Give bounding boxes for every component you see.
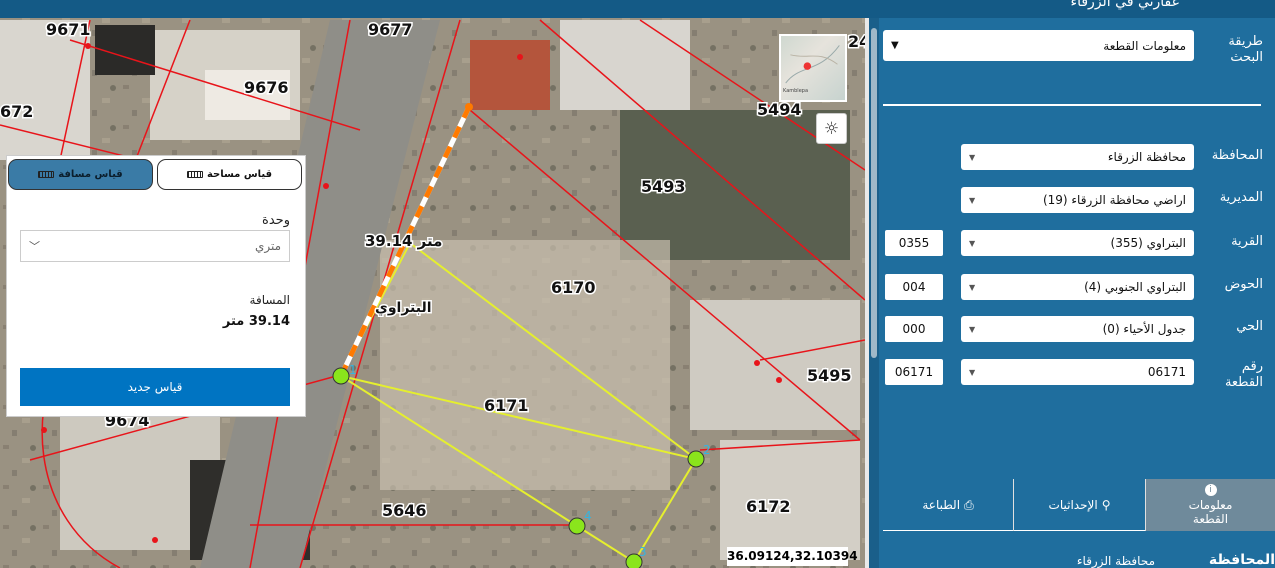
parcel-label: 6170 — [551, 278, 596, 297]
point-label: 2 — [703, 443, 711, 457]
district-value: جدول الأحياء (0) — [1102, 322, 1186, 336]
tab-parcel-info[interactable]: i معلومات القطعة — [1145, 479, 1275, 531]
point-label: 3 — [639, 545, 647, 559]
parcel-label: 9671 — [46, 20, 91, 39]
field-label-governorate: المحافظة — [1211, 148, 1263, 163]
search-sidebar: طريقة البحث معلومات القطعة ▼ المحافظة مح… — [869, 18, 1275, 568]
measure-panel: قياس مسافة قياس مساحة وحدة متري ﹀ المساف… — [6, 155, 306, 417]
chevron-down-icon: ﹀ — [29, 240, 40, 253]
printer-icon: ⎙ — [964, 497, 974, 512]
chevron-down-icon: ▼ — [891, 40, 899, 51]
governorate-value: محافظة الزرقاء — [1107, 150, 1186, 164]
village-select[interactable]: البتراوي (355) ▼ — [961, 230, 1194, 256]
village-code[interactable]: 0355 — [885, 230, 943, 256]
info-icon: i — [1204, 484, 1217, 496]
measure-end-point[interactable] — [465, 103, 473, 111]
vertex-1[interactable] — [332, 367, 350, 385]
area-ruler-icon — [186, 171, 203, 178]
distance-label: المسافة — [249, 293, 290, 307]
parcel-label: 6171 — [484, 396, 529, 415]
measure-distance-tab-label: قياس مسافة — [58, 169, 123, 180]
unit-select[interactable]: متري ﹀ — [20, 230, 290, 262]
tab-coordinates[interactable]: ⚲ الإحداثيات — [1013, 479, 1145, 531]
parcel-number-select[interactable]: 06171 ▼ — [961, 359, 1194, 385]
chevron-down-icon: ▼ — [969, 152, 976, 162]
parcel-label: 6172 — [746, 497, 791, 516]
chevron-down-icon: ▼ — [969, 282, 976, 292]
new-measure-button[interactable]: قياس جديد — [20, 368, 290, 406]
field-label-district: الحي — [1236, 319, 1263, 334]
unit-select-value: متري — [254, 239, 281, 253]
sidebar-scroll-thumb[interactable] — [871, 28, 877, 358]
chevron-down-icon: ▼ — [969, 367, 976, 377]
detail-label: المحافظة — [1208, 552, 1275, 568]
parcel-details: المحافظة محافظة الزرقاء — [883, 546, 1275, 568]
parcel-label: 5493 — [641, 177, 686, 196]
directorate-select[interactable]: اراضي محافظة الزرقاء (19) ▼ — [961, 187, 1194, 213]
unit-label: وحدة — [262, 213, 290, 228]
detail-value: محافظة الزرقاء — [1076, 554, 1155, 568]
chevron-down-icon: ▼ — [969, 195, 976, 205]
measure-distance-label: 39.14 متر — [365, 232, 442, 250]
search-method-label: طريقة البحث — [1228, 34, 1263, 65]
sun-icon: ☼ — [823, 118, 840, 139]
distance-value: 39.14 متر — [222, 314, 290, 329]
parcel-number-code[interactable]: 06171 — [885, 359, 943, 385]
district-code[interactable]: 000 — [885, 316, 943, 342]
vertex-4[interactable] — [568, 517, 586, 535]
field-label-village: القرية — [1231, 234, 1263, 249]
district-select[interactable]: جدول الأحياء (0) ▼ — [961, 316, 1194, 342]
basin-code[interactable]: 004 — [885, 274, 943, 300]
parcel-label: 24 — [848, 32, 865, 51]
section-separator — [883, 104, 1261, 106]
basemap-toggle-button[interactable]: ☼ — [816, 113, 847, 144]
basin-select[interactable]: البتراوي الجنوبي (4) ▼ — [961, 274, 1194, 300]
search-method-select[interactable]: معلومات القطعة ▼ — [883, 30, 1194, 61]
chevron-down-icon: ▼ — [969, 238, 976, 248]
governorate-select[interactable]: محافظة الزرقاء ▼ — [961, 144, 1194, 170]
parcel-label: 5495 — [807, 366, 852, 385]
field-label-basin: الحوض — [1224, 277, 1263, 292]
parcel-label: 9676 — [244, 78, 289, 97]
measure-area-tab[interactable]: قياس مساحة — [157, 159, 302, 190]
search-method-value: معلومات القطعة — [1103, 38, 1186, 53]
parcel-number-value: 06171 — [1147, 365, 1186, 379]
area-name-label: البتراوي — [375, 300, 432, 317]
sidebar-scrollbar[interactable] — [869, 18, 879, 568]
point-label: 4 — [584, 509, 592, 523]
measure-distance-tab[interactable]: قياس مسافة — [8, 159, 153, 190]
tab-print[interactable]: ⎙ الطباعة — [883, 479, 1013, 531]
village-value: البتراوي (355) — [1110, 236, 1186, 250]
tab-coordinates-label: الإحداثيات — [1048, 498, 1098, 512]
info-tabs: i معلومات القطعة ⚲ الإحداثيات ⎙ الطباعة — [883, 479, 1275, 531]
field-label-parcel-number: رقم القطعة — [1224, 359, 1263, 390]
app-title: عقارتي في الزرقاء — [1070, 0, 1180, 10]
top-bar: عقارتي في الزرقاء — [0, 0, 1275, 18]
parcel-label: 672 — [0, 102, 33, 121]
tab-print-label: الطباعة — [922, 498, 961, 512]
coordinate-readout: 36.09124,32.10394 — [727, 547, 858, 566]
chevron-down-icon: ▼ — [969, 324, 976, 334]
minimap-caption: Kamblepa — [783, 88, 809, 94]
ruler-icon — [38, 171, 55, 178]
overview-minimap[interactable]: Kamblepa — [779, 34, 847, 102]
vertex-2[interactable] — [687, 450, 705, 468]
directorate-value: اراضي محافظة الزرقاء (19) — [1042, 193, 1186, 207]
person-pin-icon: ⚲ — [1101, 498, 1111, 512]
point-label: 1 — [349, 363, 357, 377]
measure-area-tab-label: قياس مساحة — [206, 169, 273, 180]
basin-value: البتراوي الجنوبي (4) — [1084, 280, 1186, 294]
parcel-label: 5646 — [382, 501, 427, 520]
field-label-directorate: المديرية — [1219, 190, 1263, 205]
tab-parcel-info-label: معلومات القطعة — [1188, 498, 1233, 526]
parcel-label: 9677 — [368, 20, 413, 39]
